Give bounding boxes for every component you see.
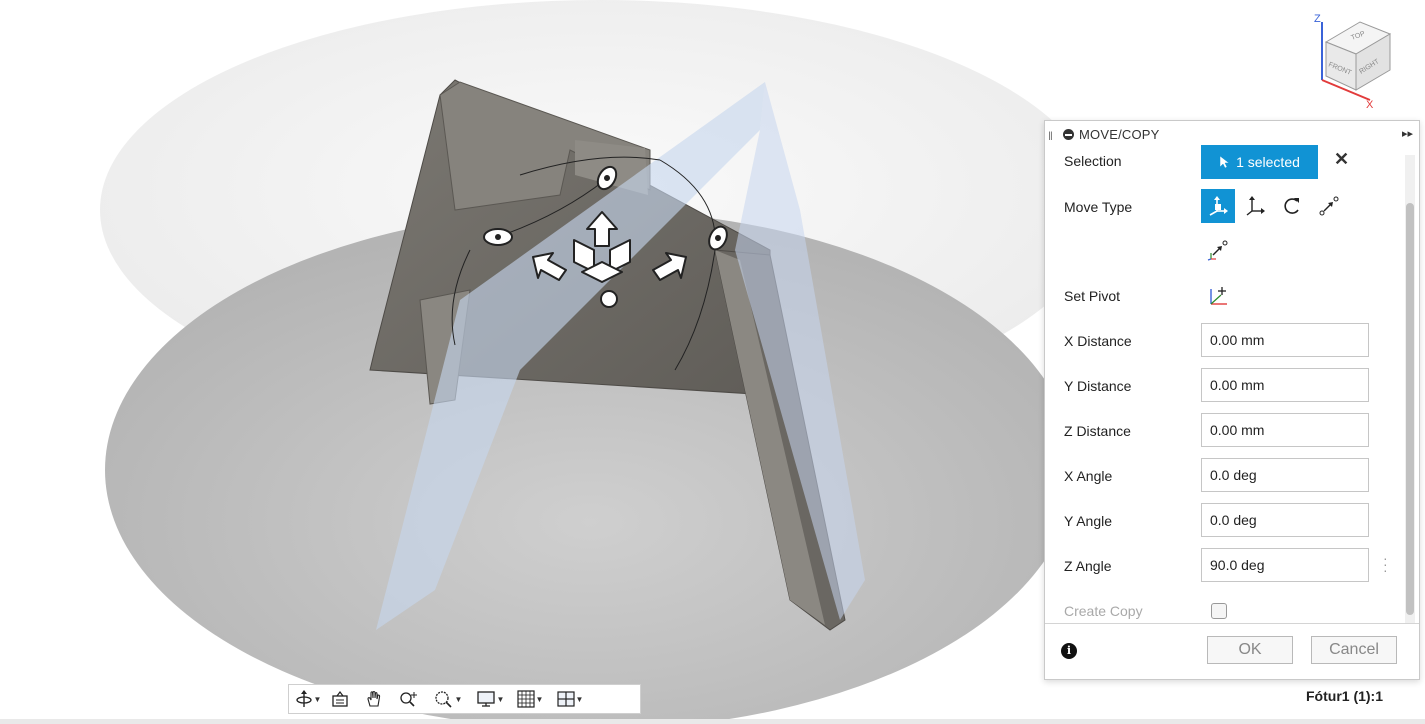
move-type-label: Move Type [1064,199,1133,215]
create-copy-label: Create Copy [1064,603,1143,619]
panel-title: MOVE/COPY [1079,127,1160,142]
axis-x-label: X [1366,99,1374,108]
y-angle-label: Y Angle [1064,513,1113,529]
x-distance-input[interactable] [1201,323,1369,357]
collapse-icon[interactable] [1063,129,1074,140]
clear-selection-icon[interactable]: ✕ [1334,149,1349,170]
z-distance-input[interactable] [1201,413,1369,447]
y-distance-input[interactable] [1201,368,1369,402]
y-angle-input[interactable] [1201,503,1369,537]
scrollbar-thumb[interactable] [1406,203,1414,615]
pan-hand-icon[interactable] [357,687,391,711]
ok-button[interactable]: OK [1207,636,1293,664]
cancel-button[interactable]: Cancel [1311,636,1397,664]
selection-button[interactable]: 1 selected [1201,145,1318,179]
document-label: Fótur1 (1):1 [1306,688,1383,704]
grid-snaps-icon[interactable]: ▼ [511,687,549,711]
orbit-icon[interactable]: ▼ [293,687,323,711]
info-icon[interactable]: i [1061,643,1077,659]
x-angle-label: X Angle [1064,468,1113,484]
display-settings-icon[interactable]: ▼ [471,687,509,711]
expand-panel-icon[interactable]: ▸▸ [1402,127,1413,140]
navigation-toolbar: ▼ ▼ ▼ ▼ ▼ [288,684,641,714]
footer-divider [1045,623,1419,624]
create-copy-checkbox[interactable] [1211,603,1227,619]
more-options-icon[interactable]: · · · [1383,551,1388,577]
z-angle-input[interactable] [1201,548,1369,582]
panel-scrollbar[interactable] [1405,155,1415,623]
free-move-icon[interactable] [1201,189,1235,223]
pivot-point [600,290,618,308]
x-angle-input[interactable] [1201,458,1369,492]
set-pivot-label: Set Pivot [1064,288,1121,304]
set-pivot-icon[interactable] [1201,279,1235,313]
view-cube[interactable]: Z X TOP FRONT RIGHT [1308,8,1418,111]
move-copy-panel: ‖ MOVE/COPY ▸▸ Selection 1 selected ✕ Mo… [1044,120,1420,680]
z-angle-label: Z Angle [1064,558,1112,574]
cursor-arrow-icon [1219,155,1230,169]
x-distance-label: X Distance [1064,333,1132,349]
axis-z-label: Z [1314,13,1321,25]
point-to-point-icon[interactable] [1312,189,1346,223]
point-to-position-icon[interactable] [1201,233,1235,267]
zoom-icon[interactable] [393,687,425,711]
rotate-handle-left [483,228,513,246]
viewports-icon[interactable]: ▼ [551,687,589,711]
selection-count: 1 selected [1236,154,1300,170]
y-distance-label: Y Distance [1064,378,1132,394]
z-distance-label: Z Distance [1064,423,1131,439]
translate-icon[interactable] [1238,189,1272,223]
fit-window-icon[interactable]: ▼ [427,687,469,711]
rotate-icon[interactable] [1275,189,1309,223]
status-bar-edge [0,719,1425,724]
selection-label: Selection [1064,153,1122,169]
panel-grip-icon[interactable]: ‖ [1048,129,1053,143]
look-at-icon[interactable] [325,687,355,711]
